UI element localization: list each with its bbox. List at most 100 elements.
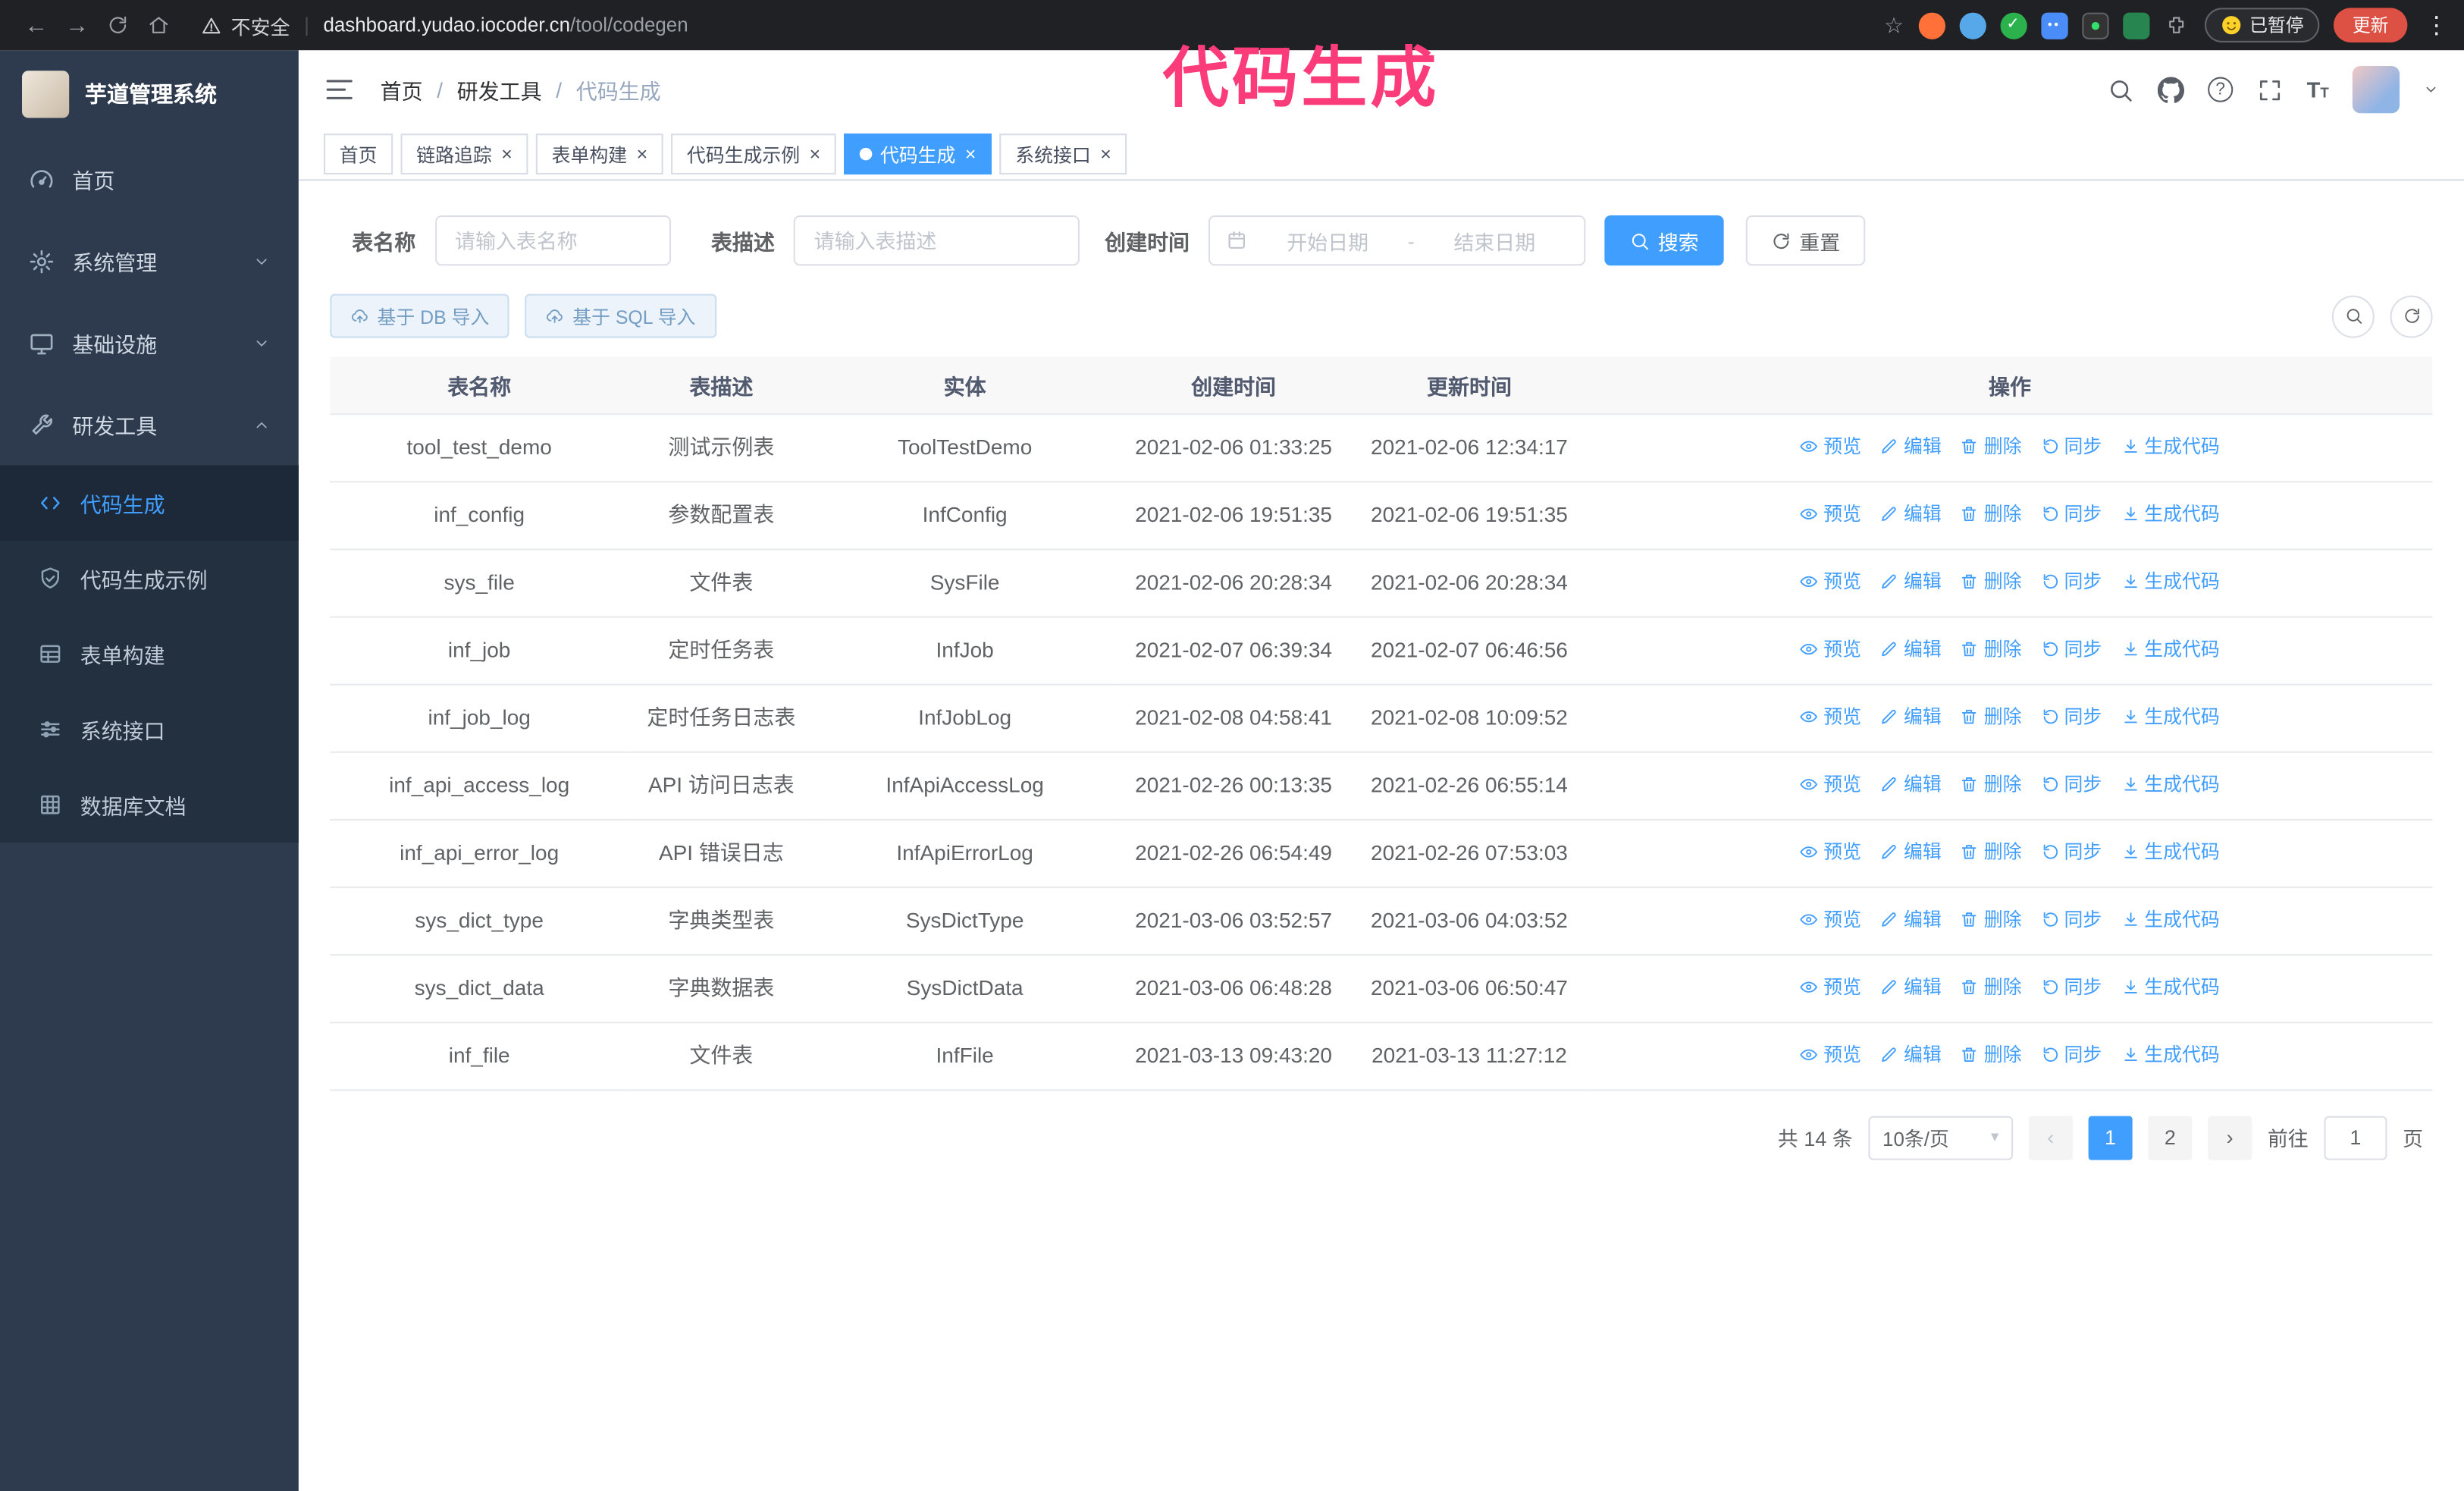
extension-icon[interactable] <box>1958 11 1986 39</box>
user-avatar[interactable] <box>2352 66 2400 114</box>
action-delete[interactable]: 删除 <box>1961 903 2022 934</box>
action-edit[interactable]: 编辑 <box>1880 1038 1942 1069</box>
tab-close-icon[interactable]: × <box>810 145 821 164</box>
table-name-input[interactable] <box>434 215 671 266</box>
paused-badge[interactable]: 已暂停 <box>2203 8 2320 42</box>
action-edit[interactable]: 编辑 <box>1880 700 1942 731</box>
next-page-button[interactable]: › <box>2208 1115 2252 1160</box>
sidebar-item-home[interactable]: 首页 <box>0 138 299 220</box>
app-logo[interactable]: 芋道管理系统 <box>0 50 299 138</box>
action-edit[interactable]: 编辑 <box>1880 565 1942 596</box>
bookmark-star-icon[interactable]: ☆ <box>1884 12 1904 39</box>
action-sync[interactable]: 同步 <box>2040 1038 2102 1069</box>
page-button-1[interactable]: 1 <box>2088 1115 2133 1160</box>
prev-page-button[interactable]: ‹ <box>2028 1115 2073 1160</box>
refresh-table-button[interactable] <box>2390 294 2433 337</box>
import-sql-button[interactable]: 基于 SQL 导入 <box>525 293 716 338</box>
sidebar-item-infrastructure[interactable]: 基础设施 <box>0 302 299 384</box>
extension-icon[interactable]: ✓ <box>1999 11 2027 39</box>
action-preview[interactable]: 预览 <box>1800 1038 1861 1069</box>
reload-button[interactable] <box>98 6 139 44</box>
action-generate-code[interactable]: 生成代码 <box>2121 430 2220 461</box>
tab-home[interactable]: 首页 <box>323 133 393 175</box>
table-desc-input[interactable] <box>793 215 1080 266</box>
tab-form-builder[interactable]: 表单构建 × <box>535 133 663 175</box>
sidebar-item-dev-tools[interactable]: 研发工具 <box>0 384 299 466</box>
action-delete[interactable]: 删除 <box>1961 632 2022 664</box>
action-edit[interactable]: 编辑 <box>1880 498 1942 529</box>
forward-button[interactable]: → <box>57 6 98 44</box>
action-preview[interactable]: 预览 <box>1800 430 1861 461</box>
extension-icon[interactable] <box>2081 11 2108 39</box>
browser-menu-icon[interactable]: ⋮ <box>2425 11 2448 39</box>
action-generate-code[interactable]: 生成代码 <box>2121 632 2220 664</box>
action-sync[interactable]: 同步 <box>2040 430 2102 461</box>
import-db-button[interactable]: 基于 DB 导入 <box>330 293 510 338</box>
update-button[interactable]: 更新 <box>2333 8 2408 42</box>
action-preview[interactable]: 预览 <box>1800 971 1861 1002</box>
extension-icon[interactable] <box>2122 11 2149 39</box>
action-sync[interactable]: 同步 <box>2040 700 2102 731</box>
action-sync[interactable]: 同步 <box>2040 836 2102 867</box>
action-sync[interactable]: 同步 <box>2040 768 2102 799</box>
action-delete[interactable]: 删除 <box>1961 971 2022 1002</box>
action-delete[interactable]: 删除 <box>1961 1038 2022 1069</box>
action-delete[interactable]: 删除 <box>1961 700 2022 731</box>
action-edit[interactable]: 编辑 <box>1880 632 1942 664</box>
action-preview[interactable]: 预览 <box>1800 903 1861 934</box>
action-preview[interactable]: 预览 <box>1800 632 1861 664</box>
action-generate-code[interactable]: 生成代码 <box>2121 700 2220 731</box>
action-generate-code[interactable]: 生成代码 <box>2121 565 2220 596</box>
tab-close-icon[interactable]: × <box>501 145 513 164</box>
action-preview[interactable]: 预览 <box>1800 836 1861 867</box>
github-icon[interactable] <box>2158 77 2184 103</box>
extensions-puzzle-icon[interactable] <box>2163 12 2190 39</box>
action-edit[interactable]: 编辑 <box>1880 430 1942 461</box>
search-button[interactable]: 搜索 <box>1604 215 1724 266</box>
action-preview[interactable]: 预览 <box>1800 700 1861 731</box>
sidebar-item-codegen-example[interactable]: 代码生成示例 <box>0 541 299 616</box>
search-icon[interactable] <box>2107 77 2133 103</box>
action-preview[interactable]: 预览 <box>1800 565 1861 596</box>
action-delete[interactable]: 删除 <box>1961 430 2022 461</box>
home-button[interactable] <box>138 6 179 44</box>
sidebar-item-system-api[interactable]: 系统接口 <box>0 692 299 767</box>
security-chip[interactable]: 不安全 <box>201 10 290 39</box>
action-edit[interactable]: 编辑 <box>1880 836 1942 867</box>
action-delete[interactable]: 删除 <box>1961 768 2022 799</box>
show-search-toggle-button[interactable] <box>2331 294 2375 337</box>
back-button[interactable]: ← <box>16 6 57 44</box>
action-generate-code[interactable]: 生成代码 <box>2121 1038 2220 1069</box>
action-delete[interactable]: 删除 <box>1961 836 2022 867</box>
tab-close-icon[interactable]: × <box>637 145 648 164</box>
action-edit[interactable]: 编辑 <box>1880 768 1942 799</box>
action-sync[interactable]: 同步 <box>2040 498 2102 529</box>
breadcrumb-home[interactable]: 首页 <box>381 74 423 105</box>
create-time-range-picker[interactable]: 开始日期 - 结束日期 <box>1208 215 1586 266</box>
tab-trace[interactable]: 链路追踪 × <box>400 133 528 175</box>
goto-page-input[interactable] <box>2324 1115 2387 1160</box>
tab-codegen-example[interactable]: 代码生成示例 × <box>671 133 836 175</box>
action-sync[interactable]: 同步 <box>2040 903 2102 934</box>
sidebar-item-system-management[interactable]: 系统管理 <box>0 220 299 302</box>
tab-system-api[interactable]: 系统接口 × <box>999 133 1127 175</box>
action-generate-code[interactable]: 生成代码 <box>2121 498 2220 529</box>
reset-button[interactable]: 重置 <box>1745 215 1866 266</box>
extension-icon[interactable] <box>1917 11 1945 39</box>
extension-icon[interactable]: ●● <box>2040 11 2067 39</box>
action-sync[interactable]: 同步 <box>2040 971 2102 1002</box>
sidebar-item-db-docs[interactable]: 数据库文档 <box>0 767 299 842</box>
tab-close-icon[interactable]: × <box>1100 145 1111 164</box>
action-sync[interactable]: 同步 <box>2040 632 2102 664</box>
sidebar-item-form-builder[interactable]: 表单构建 <box>0 616 299 691</box>
action-preview[interactable]: 预览 <box>1800 768 1861 799</box>
action-generate-code[interactable]: 生成代码 <box>2121 836 2220 867</box>
tab-close-icon[interactable]: × <box>965 145 977 164</box>
action-sync[interactable]: 同步 <box>2040 565 2102 596</box>
avatar-dropdown-caret-icon[interactable] <box>2423 82 2439 98</box>
address-bar[interactable]: dashboard.yudao.iocoder.cn/tool/codegen <box>323 14 688 36</box>
action-delete[interactable]: 删除 <box>1961 498 2022 529</box>
action-edit[interactable]: 编辑 <box>1880 971 1942 1002</box>
tab-codegen[interactable]: 代码生成 × <box>844 133 992 175</box>
action-preview[interactable]: 预览 <box>1800 498 1861 529</box>
